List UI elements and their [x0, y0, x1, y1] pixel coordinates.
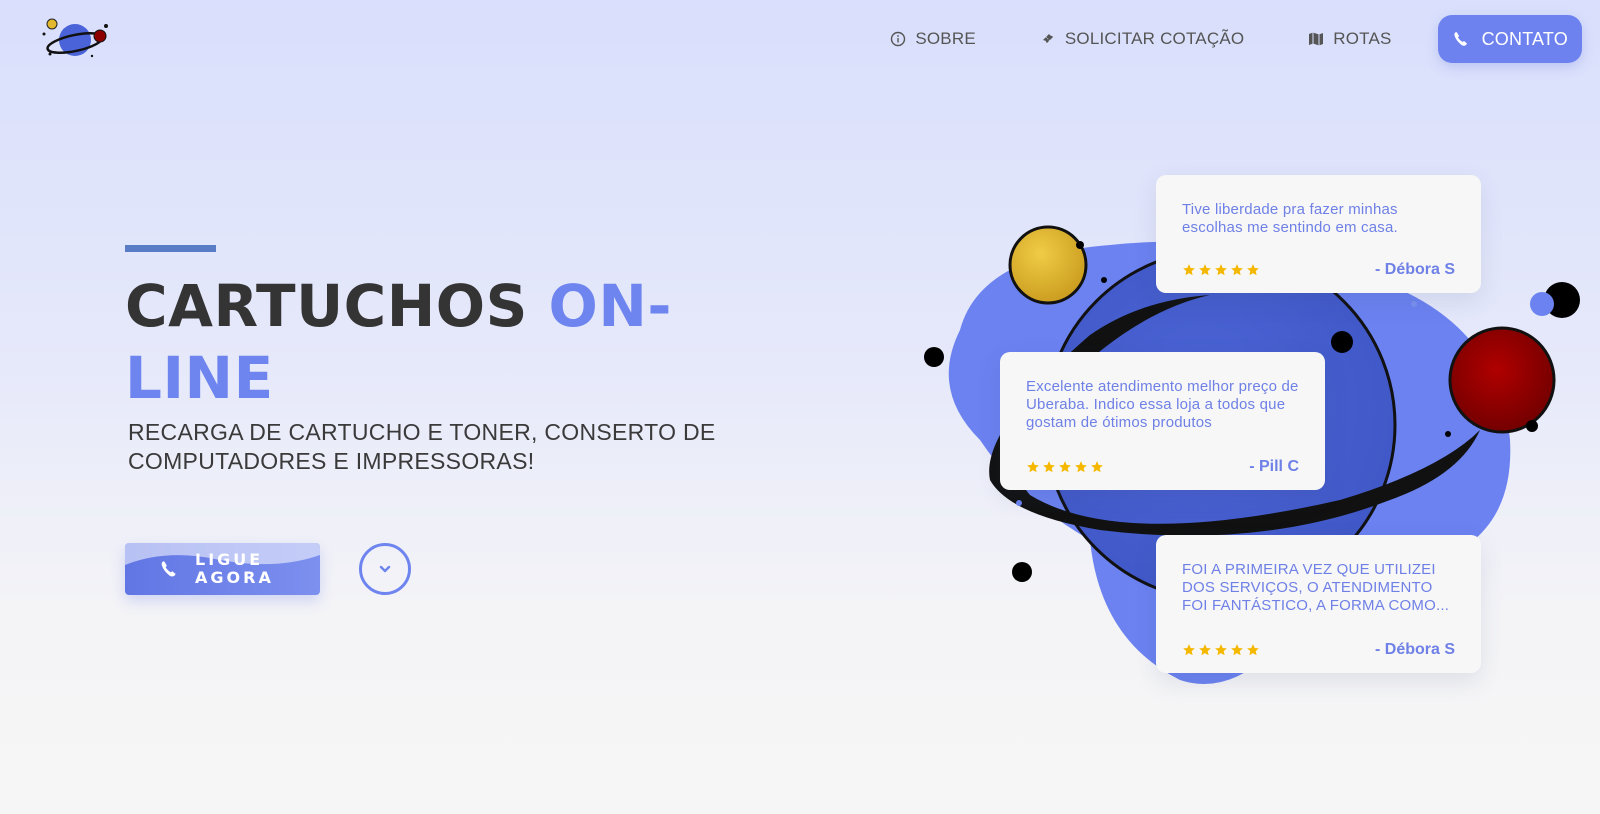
star-dot [1076, 241, 1084, 249]
star-icon [1027, 461, 1039, 473]
star-dot [924, 347, 944, 367]
review-card: Excelente atendimento melhor preço de Ub… [1000, 352, 1325, 490]
rating-stars [1182, 643, 1260, 657]
star-icon [1091, 461, 1103, 473]
nav-solicitar-cotacao[interactable]: SOLICITAR COTAÇÃO [1040, 29, 1244, 49]
main-nav: SOBRE SOLICITAR COTAÇÃO ROTAS CONTATO [826, 15, 1582, 63]
ligue-agora-button[interactable]: LIGUE AGORA [125, 543, 320, 595]
review-text: FOI A PRIMEIRA VEZ QUE UTILIZEI DOS SERV… [1182, 561, 1450, 614]
red-planet [1448, 326, 1556, 434]
star-dot [1101, 277, 1107, 283]
contato-label: CONTATO [1481, 28, 1568, 49]
chevron-down-icon [379, 565, 391, 573]
star-icon [1183, 644, 1195, 656]
review-card: Tive liberdade pra fazer minhas escolhas… [1156, 175, 1481, 293]
gold-planet [1008, 225, 1088, 305]
star-icon [1215, 264, 1227, 276]
star-dot [1331, 331, 1353, 353]
info-circle-icon [891, 31, 906, 47]
nav-sobre[interactable]: SOBRE [890, 29, 976, 49]
star-icon [1231, 264, 1243, 276]
title-accent-bar [125, 245, 216, 252]
hero-subtitle: RECARGA DE CARTUCHO E TONER, CONSERTO DE… [128, 419, 716, 474]
title-main: CARTUCHOS [125, 272, 549, 340]
star-icon [1199, 264, 1211, 276]
star-dot [1526, 420, 1538, 432]
star-icon [1231, 644, 1243, 656]
star-icon [1247, 264, 1259, 276]
review-text: Tive liberdade pra fazer minhas escolhas… [1182, 201, 1398, 236]
star-icon [1199, 644, 1211, 656]
phone-icon [161, 561, 176, 577]
star-dot [1445, 431, 1451, 437]
star-icon [1075, 461, 1087, 473]
rating-stars [1182, 263, 1260, 277]
ticket-icon [1042, 34, 1053, 43]
page-title: CARTUCHOS ON-LINE [125, 270, 685, 414]
rating-stars [1026, 460, 1104, 474]
star-icon [1059, 461, 1071, 473]
phone-icon [1453, 32, 1467, 46]
review-card: FOI A PRIMEIRA VEZ QUE UTILIZEI DOS SERV… [1156, 535, 1481, 673]
star-dot [1012, 562, 1032, 582]
nav-rotas-label: ROTAS [1333, 29, 1392, 48]
nav-rotas[interactable]: ROTAS [1308, 29, 1391, 49]
star-dot [1016, 500, 1022, 506]
contato-button[interactable]: CONTATO [1437, 15, 1582, 63]
star-icon [1247, 644, 1259, 656]
planet-logo-icon[interactable] [40, 16, 112, 60]
star-icon [1043, 461, 1055, 473]
ligue-agora-label: LIGUE AGORA [195, 550, 274, 587]
map-icon [1309, 32, 1324, 46]
star-icon [1215, 644, 1227, 656]
review-text: Excelente atendimento melhor preço de Ub… [1026, 378, 1299, 431]
nav-solicitar-cotacao-label: SOLICITAR COTAÇÃO [1064, 29, 1245, 48]
nav-sobre-label: SOBRE [915, 29, 976, 48]
star-dot [1411, 301, 1417, 307]
star-icon [1183, 264, 1195, 276]
review-author: - Pill C [1249, 458, 1299, 475]
review-author: - Débora S [1374, 641, 1455, 658]
review-author: - Débora S [1374, 261, 1455, 278]
scroll-down-button[interactable] [359, 543, 411, 595]
moon-blue [1530, 292, 1554, 316]
